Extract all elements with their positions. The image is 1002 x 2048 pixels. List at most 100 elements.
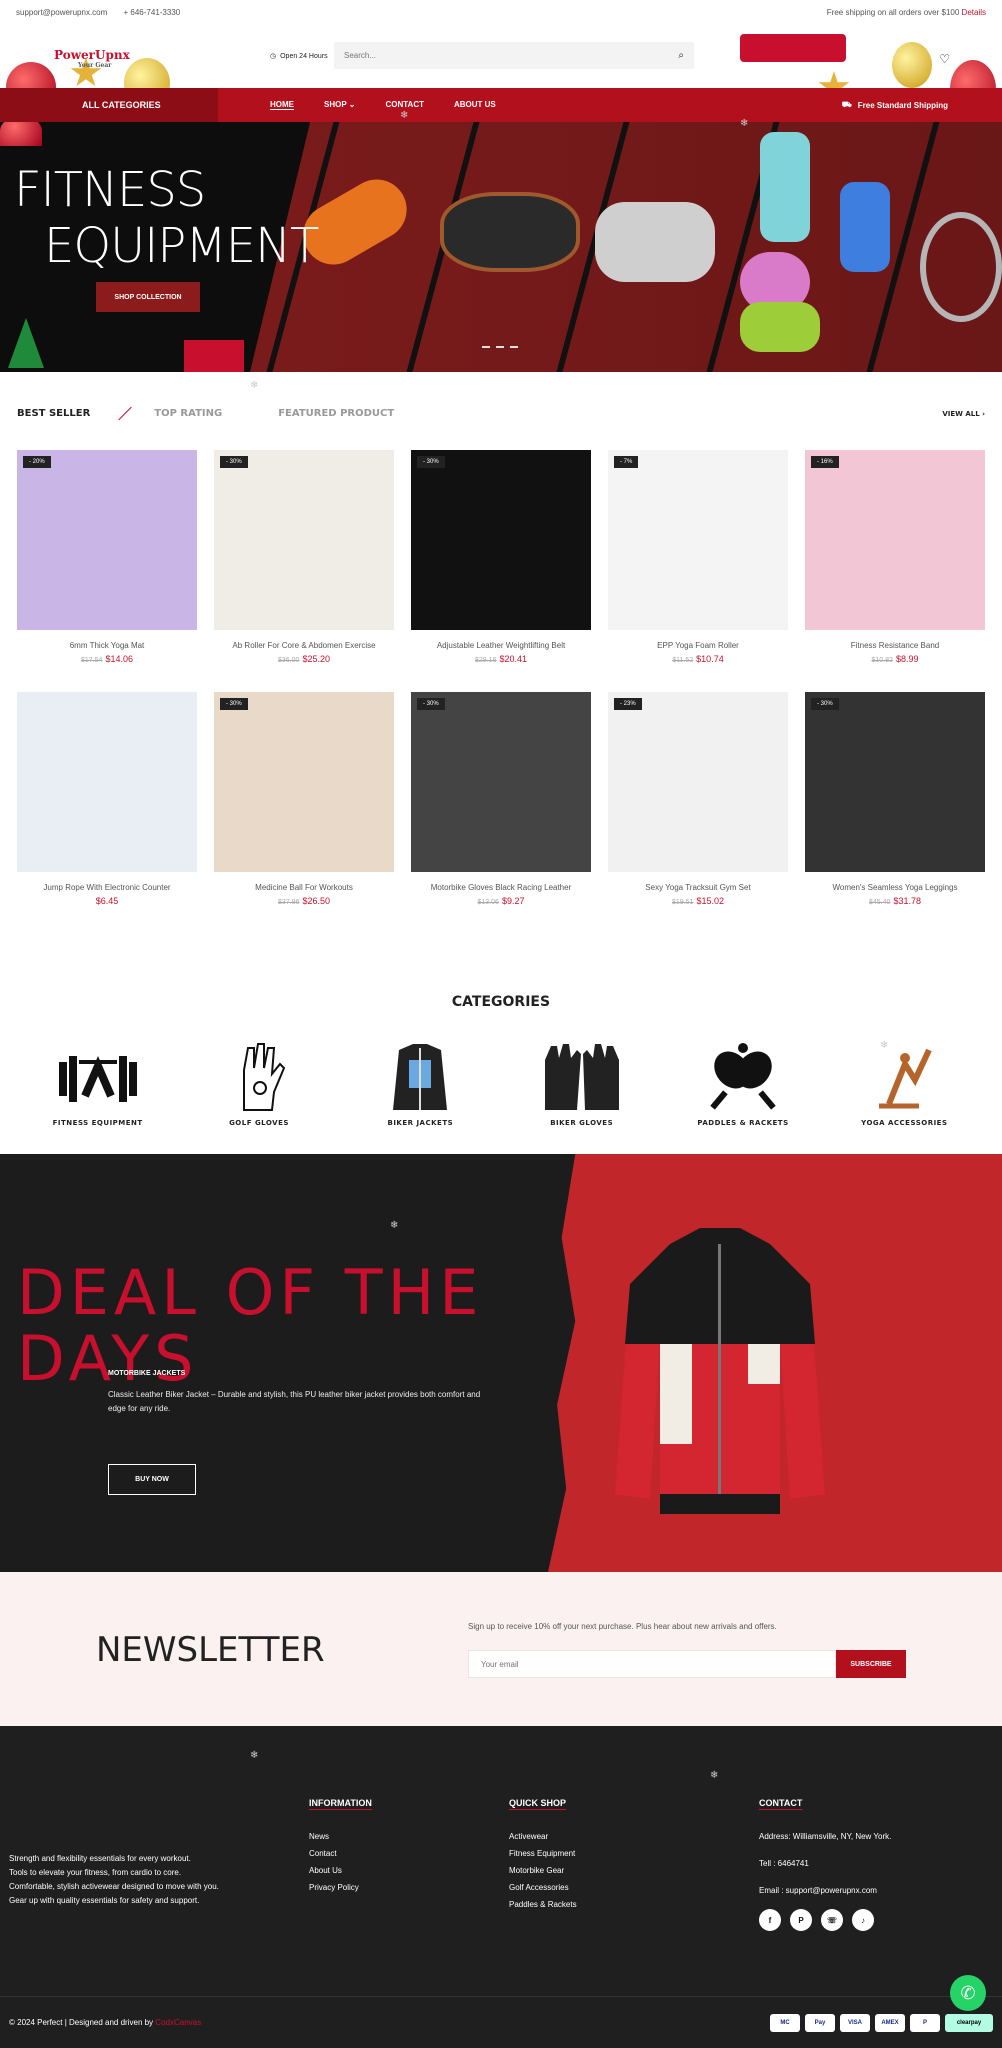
sale-price: $25.20 (302, 654, 330, 664)
tab-best-seller[interactable]: BEST SELLER (17, 408, 90, 419)
product-card[interactable]: Jump Rope With Electronic Counter $6.45 (17, 692, 197, 906)
footer-phone[interactable]: Tell : 6464741 (759, 1859, 891, 1868)
buy-now-button[interactable]: BUY NOW (108, 1464, 196, 1495)
product-card[interactable]: - 30% Women's Seamless Yoga Leggings $45.4… (805, 692, 985, 906)
payment-methods: MC Pay VISA AMEX P clearpay (770, 2013, 993, 2032)
nav-shop[interactable]: SHOP ⌄ (324, 100, 355, 110)
tab-top-rating[interactable]: TOP RATING (154, 408, 222, 419)
footer-link-golf[interactable]: Golf Accessories (509, 1883, 577, 1892)
golf-glove-icon (242, 1043, 286, 1111)
view-all-link[interactable]: VIEW ALL › (942, 410, 985, 418)
discount-badge: - 23% (614, 698, 642, 710)
product-card[interactable]: - 30% Ab Roller For Core & Abdomen Exerci… (214, 450, 394, 664)
category-biker-jackets[interactable]: BIKER JACKETS (340, 1040, 501, 1127)
carousel-dot[interactable] (482, 346, 490, 348)
footer-link-about[interactable]: About Us (309, 1866, 372, 1875)
product-image[interactable]: - 30% (214, 450, 394, 630)
product-name[interactable]: 6mm Thick Yoga Mat (17, 641, 197, 650)
biker-jacket-image (615, 1228, 825, 1514)
subscribe-button[interactable]: SUBSCRIBE (836, 1650, 906, 1678)
search-input[interactable] (344, 51, 644, 60)
category-paddles-rackets[interactable]: PADDLES & RACKETS (662, 1040, 823, 1127)
product-name[interactable]: Women's Seamless Yoga Leggings (805, 883, 985, 892)
shop-collection-button[interactable]: SHOP COLLECTION (96, 282, 200, 312)
product-image[interactable]: - 23% (608, 692, 788, 872)
search-icon[interactable]: ⌕ (678, 50, 684, 61)
footer-link-paddles[interactable]: Paddles & Rackets (509, 1900, 577, 1909)
product-card[interactable]: - 16% Fitness Resistance Band $10.82 $8.99 (805, 450, 985, 664)
footer-information-title: INFORMATION (309, 1798, 372, 1808)
footer-link-privacy[interactable]: Privacy Policy (309, 1883, 372, 1892)
product-image[interactable]: - 30% (805, 692, 985, 872)
wishlist-icon[interactable]: ♡ (939, 52, 950, 66)
product-name[interactable]: Ab Roller For Core & Abdomen Exercise (214, 641, 394, 650)
copyright-brand-link[interactable]: CodxCanvas (155, 2018, 201, 2027)
biker-gloves-icon (544, 1044, 619, 1110)
footer-email[interactable]: Email : support@powerupnx.com (759, 1886, 891, 1895)
sale-price: $31.78 (893, 896, 921, 906)
pinterest-icon[interactable]: P (790, 1909, 812, 1931)
hero-title: FITNESS EQUIPMENT (14, 162, 319, 274)
footer-about-line: Comfortable, stylish activewear designed… (9, 1882, 219, 1891)
product-name[interactable]: Jump Rope With Electronic Counter (17, 883, 197, 892)
category-label: FITNESS EQUIPMENT (52, 1119, 143, 1127)
nav-home[interactable]: HOME (270, 100, 294, 110)
tab-featured-product[interactable]: FEATURED PRODUCT (278, 408, 394, 419)
nav-about[interactable]: ABOUT US (454, 100, 496, 110)
product-card[interactable]: - 20% 6mm Thick Yoga Mat $17.54 $14.06 (17, 450, 197, 664)
product-name[interactable]: Medicine Ball For Workouts (214, 883, 394, 892)
details-link[interactable]: Details (962, 8, 986, 17)
facebook-icon[interactable]: f (759, 1909, 781, 1931)
footer-link-motorbike[interactable]: Motorbike Gear (509, 1866, 577, 1875)
product-name[interactable]: Adjustable Leather Weightlifting Belt (411, 641, 591, 650)
yoga-mat-image (760, 132, 810, 242)
email-text[interactable]: support@powerupnx.com (16, 8, 107, 17)
product-price: $29.16 $20.41 (411, 654, 591, 664)
product-image[interactable]: - 30% (214, 692, 394, 872)
product-image[interactable]: - 7% (608, 450, 788, 630)
all-categories-button[interactable]: ALL CATEGORIES (0, 88, 218, 122)
footer-link-contact[interactable]: Contact (309, 1849, 372, 1858)
product-card[interactable]: - 30% Motorbike Gloves Black Racing Leath… (411, 692, 591, 906)
discount-badge: - 7% (614, 456, 639, 468)
product-name[interactable]: EPP Yoga Foam Roller (608, 641, 788, 650)
product-image[interactable]: - 30% (411, 692, 591, 872)
category-biker-gloves[interactable]: BIKER GLOVES (501, 1040, 662, 1127)
footer-link-fitness[interactable]: Fitness Equipment (509, 1849, 577, 1858)
category-yoga-accessories[interactable]: YOGA ACCESSORIES (824, 1040, 985, 1127)
tab-separator (118, 406, 132, 421)
logo-tagline: Your Gear (78, 62, 112, 69)
whatsapp-icon[interactable]: ☏ (821, 1909, 843, 1931)
phone-text[interactable]: + 646-741-3330 (124, 8, 181, 17)
newsletter-email-input[interactable] (468, 1650, 836, 1678)
hero-title-line2: EQUIPMENT (44, 218, 319, 274)
discount-badge: - 30% (220, 698, 248, 710)
product-card[interactable]: - 30% Adjustable Leather Weightlifting Be… (411, 450, 591, 664)
carousel-dot[interactable] (510, 346, 518, 348)
discount-badge: - 30% (220, 456, 248, 468)
product-name[interactable]: Sexy Yoga Tracksuit Gym Set (608, 883, 788, 892)
footer-link-news[interactable]: News (309, 1832, 372, 1841)
product-image[interactable]: - 20% (17, 450, 197, 630)
category-label: PADDLES & RACKETS (697, 1119, 789, 1127)
tiktok-icon[interactable]: ♪ (852, 1909, 874, 1931)
product-card[interactable]: - 23% Sexy Yoga Tracksuit Gym Set $19.51 $1… (608, 692, 788, 906)
product-card[interactable]: - 30% Medicine Ball For Workouts $37.86 $26… (214, 692, 394, 906)
logo[interactable]: PowerUpnx Your Gear (54, 48, 130, 69)
whatsapp-chat-icon[interactable]: ✆ (950, 1975, 986, 2011)
discount-badge: - 20% (23, 456, 51, 468)
product-name[interactable]: Motorbike Gloves Black Racing Leather (411, 883, 591, 892)
product-image[interactable]: - 16% (805, 450, 985, 630)
footer-link-activewear[interactable]: Activewear (509, 1832, 577, 1841)
product-name[interactable]: Fitness Resistance Band (805, 641, 985, 650)
category-fitness-equipment[interactable]: FITNESS EQUIPMENT (17, 1040, 178, 1127)
nav-contact[interactable]: CONTACT (385, 100, 424, 110)
nav-shop-label: SHOP (324, 100, 347, 109)
category-golf-gloves[interactable]: GOLF GLOVES (178, 1040, 339, 1127)
deal-subtitle: MOTORBIKE JACKETS (108, 1370, 186, 1377)
product-card[interactable]: - 7% EPP Yoga Foam Roller $11.52 $10.74 (608, 450, 788, 664)
carousel-dot[interactable] (496, 346, 504, 348)
product-image[interactable]: - 30% (411, 450, 591, 630)
footer-quick-shop: QUICK SHOP Activewear Fitness Equipment … (509, 1798, 577, 1917)
product-image[interactable] (17, 692, 197, 872)
